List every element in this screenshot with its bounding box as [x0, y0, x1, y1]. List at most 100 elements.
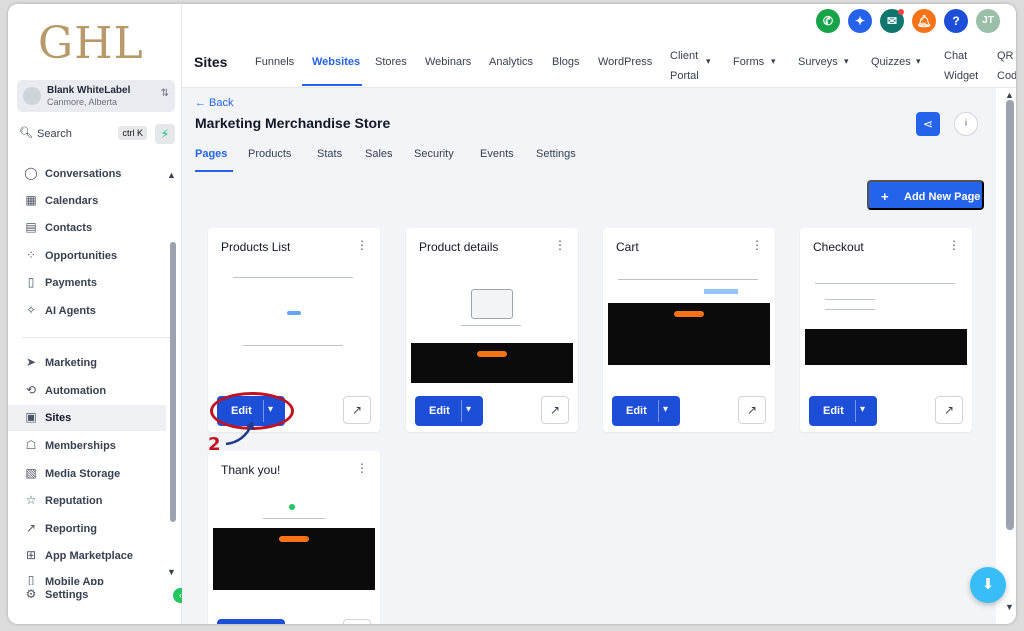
thumbnail-brand-mark: [477, 351, 507, 357]
tab-security[interactable]: Security: [414, 148, 454, 160]
account-name: Blank WhiteLabel: [47, 85, 131, 96]
page-thumbnail[interactable]: [213, 496, 375, 606]
topnav-label-line1: QR: [997, 50, 1014, 62]
info-icon[interactable]: i: [954, 112, 978, 136]
scroll-down-arrow-icon[interactable]: ▼: [1005, 602, 1014, 612]
sidebar-item-ai-agents[interactable]: ✧ AI Agents: [8, 298, 166, 324]
page-thumbnail[interactable]: [805, 273, 967, 383]
thumbnail-brand-mark: [674, 311, 704, 317]
quick-action-bolt-icon[interactable]: ⚡︎: [155, 124, 175, 144]
thumbnail-brand-mark: [279, 536, 309, 542]
edit-button[interactable]: [217, 619, 285, 624]
topnav-label-line1: Chat: [944, 50, 968, 62]
sidebar-item-sites[interactable]: ▣ Sites: [8, 405, 166, 431]
kebab-menu-icon[interactable]: ⋮: [554, 238, 566, 252]
app-window: GHL Blank WhiteLabel Canmore, Alberta ⇅ …: [8, 4, 1016, 624]
topnav-tab-wordpress[interactable]: WordPress: [598, 56, 652, 68]
page-thumbnail[interactable]: [411, 273, 573, 383]
thumbnail-line: [461, 325, 521, 326]
add-new-page-button[interactable]: + Add New Page: [867, 180, 984, 210]
sidebar-item-marketing[interactable]: ➤ Marketing: [8, 350, 166, 376]
chevron-down-icon[interactable]: ▾: [663, 404, 668, 415]
scroll-down-arrow-icon[interactable]: ▼: [167, 567, 176, 577]
back-link[interactable]: ← Back: [195, 97, 234, 109]
topnav-tab-stores[interactable]: Stores: [375, 56, 407, 68]
main-scrollbar[interactable]: [1006, 100, 1014, 530]
tab-events[interactable]: Events: [480, 148, 514, 160]
page-card-cart: Cart ⋮ Edit ▾ ↗: [603, 228, 775, 432]
sidebar-item-opportunities[interactable]: ⁘ Opportunities: [8, 243, 166, 269]
account-switcher[interactable]: Blank WhiteLabel Canmore, Alberta ⇅: [17, 80, 175, 112]
open-external-icon[interactable]: ↗: [343, 396, 371, 424]
open-external-icon[interactable]: [343, 619, 371, 624]
thumbnail-line: [233, 277, 353, 278]
chat-support-icon[interactable]: ⬇: [970, 567, 1006, 603]
page-thumbnail[interactable]: [608, 273, 770, 383]
kebab-menu-icon[interactable]: ⋮: [948, 238, 960, 252]
grid-icon: ⊞: [25, 548, 37, 562]
sidebar-item-reporting[interactable]: ↗ Reporting: [8, 516, 166, 542]
open-external-icon[interactable]: ↗: [738, 396, 766, 424]
edit-button[interactable]: Edit ▾: [415, 396, 483, 426]
tab-products[interactable]: Products: [248, 148, 291, 160]
bell-icon[interactable]: 🔔︎: [912, 9, 936, 33]
sidebar-item-payments[interactable]: ▯ Payments: [8, 270, 166, 296]
sidebar-item-conversations[interactable]: ◯ Conversations: [8, 161, 166, 187]
phone-icon[interactable]: ✆: [816, 9, 840, 33]
sidebar-item-contacts[interactable]: ▤ Contacts: [8, 215, 166, 241]
edit-button[interactable]: Edit ▾: [612, 396, 680, 426]
help-icon[interactable]: ?: [944, 9, 968, 33]
share-icon[interactable]: ⋖: [916, 112, 940, 136]
scroll-up-arrow-icon[interactable]: ▲: [167, 170, 176, 180]
topnav-tab-qr-code[interactable]: QR Code: [997, 46, 1016, 86]
topnav-tab-funnels[interactable]: Funnels: [255, 56, 294, 68]
sidebar-item-automation[interactable]: ⟲ Automation: [8, 378, 166, 404]
topnav-tab-websites[interactable]: Websites: [312, 56, 360, 68]
sidebar-item-memberships[interactable]: ☖ Memberships: [8, 433, 166, 459]
chevron-down-icon[interactable]: ▾: [466, 404, 471, 415]
topnav-tab-forms[interactable]: Forms: [733, 56, 764, 68]
sidebar-item-media-storage[interactable]: ▧ Media Storage: [8, 461, 166, 487]
topnav-tab-chat-widget[interactable]: Chat Widget: [944, 46, 978, 86]
sidebar-item-label: App Marketplace: [45, 550, 134, 562]
magic-wand-icon[interactable]: ✦: [848, 9, 872, 33]
topnav-tab-client-portal[interactable]: Client Portal: [670, 46, 699, 86]
topnav-tab-surveys[interactable]: Surveys: [798, 56, 838, 68]
kebab-menu-icon[interactable]: ⋮: [356, 461, 368, 475]
topnav-tab-analytics[interactable]: Analytics: [489, 56, 533, 68]
tab-sales[interactable]: Sales: [365, 148, 393, 160]
tab-stats[interactable]: Stats: [317, 148, 342, 160]
sidebar-item-reputation[interactable]: ☆ Reputation: [8, 488, 166, 514]
page-card-title: Products List: [221, 240, 291, 254]
gear-icon: ⚙: [25, 587, 37, 601]
tab-pages[interactable]: Pages: [195, 148, 227, 160]
chevron-down-icon: ▾: [771, 56, 776, 66]
chevron-down-icon: ▾: [706, 56, 711, 66]
user-avatar[interactable]: JT: [976, 9, 1000, 33]
split-divider: [855, 400, 856, 422]
split-divider: [658, 400, 659, 422]
topnav-tab-quizzes[interactable]: Quizzes: [871, 56, 911, 68]
sidebar-divider: [22, 337, 170, 338]
tab-settings[interactable]: Settings: [536, 148, 576, 160]
topnav-tab-blogs[interactable]: Blogs: [552, 56, 580, 68]
thumbnail-footer: [411, 343, 573, 383]
topnav-tab-webinars[interactable]: Webinars: [425, 56, 471, 68]
kebab-menu-icon[interactable]: ⋮: [751, 238, 763, 252]
sidebar-item-label: AI Agents: [45, 305, 96, 317]
page-card-checkout: Checkout ⋮ Edit ▾ ↗: [800, 228, 972, 432]
search-trigger[interactable]: 🔍︎ Search ctrl K: [17, 123, 147, 145]
chevron-down-icon[interactable]: ▾: [860, 404, 865, 415]
page-thumbnail[interactable]: [213, 273, 375, 383]
sidebar-scrollbar[interactable]: [170, 242, 176, 522]
open-external-icon[interactable]: ↗: [541, 396, 569, 424]
sidebar-item-app-marketplace[interactable]: ⊞ App Marketplace: [8, 543, 166, 569]
plus-icon: +: [881, 189, 889, 204]
edit-button[interactable]: Edit ▾: [809, 396, 877, 426]
sidebar-item-calendars[interactable]: ▦ Calendars: [8, 188, 166, 214]
kebab-menu-icon[interactable]: ⋮: [356, 238, 368, 252]
scroll-up-arrow-icon[interactable]: ▲: [1005, 90, 1014, 100]
sidebar-item-settings[interactable]: ⚙ Settings: [8, 582, 166, 608]
open-external-icon[interactable]: ↗: [935, 396, 963, 424]
split-divider: [461, 400, 462, 422]
